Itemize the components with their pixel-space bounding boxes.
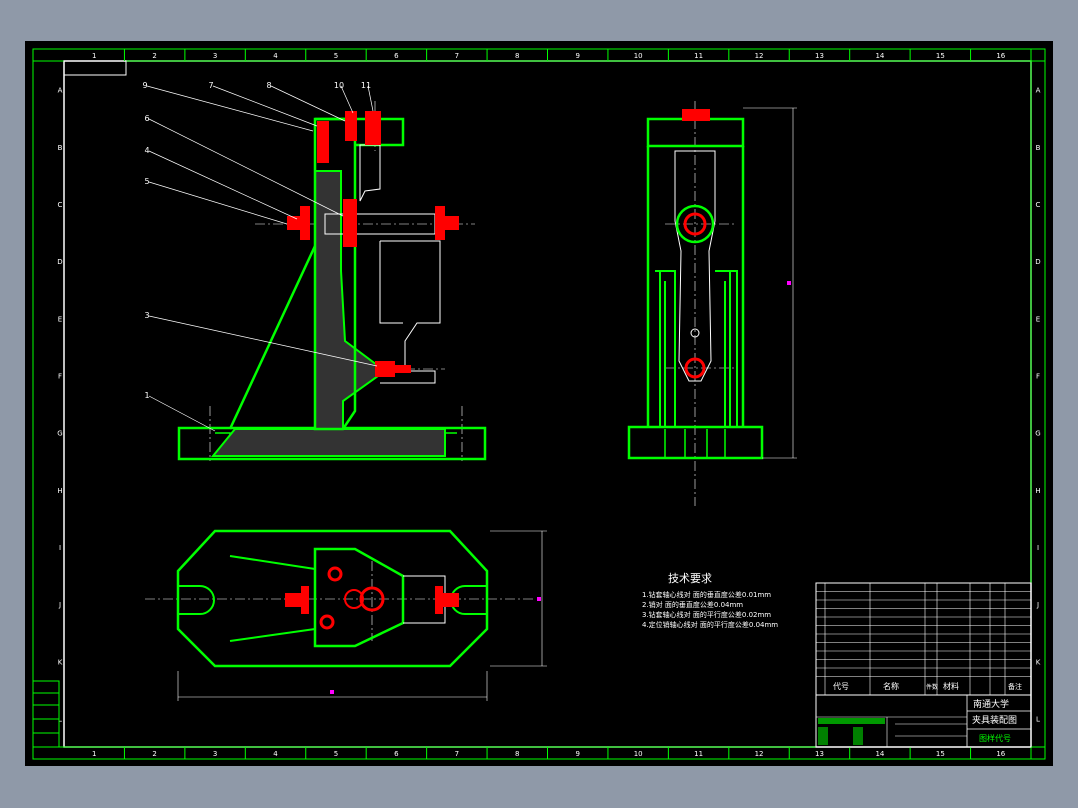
part-number-label: 11 — [361, 81, 371, 90]
row-letter-right: C — [1036, 201, 1041, 209]
column-numbers-top: 1 2 3 4 5 6 7 8 9 10 11 12 13 14 15 16 — [92, 49, 1006, 759]
cad-drawing-viewport[interactable]: 1 2 3 4 5 6 7 8 9 10 11 12 13 14 15 16 1 2 3 4 5 6 7 8 9 10 11 12 1… — [25, 41, 1053, 766]
requirement-3: 3.钻套轴心线对 面的平行度公差0.02mm — [642, 610, 771, 619]
row-letter-left: G — [57, 430, 62, 438]
requirement-2: 2.销对 面的垂直度公差0.04mm — [642, 600, 743, 609]
part-number-label: 7 — [208, 81, 213, 90]
header-code: 代号 — [833, 681, 849, 691]
column-number-bottom: 2 — [152, 750, 156, 758]
column-numbers-bottom: 1 2 3 4 5 6 7 8 9 10 11 12 13 14 15 16 — [92, 750, 1006, 758]
column-number-top: 12 — [755, 52, 764, 60]
part-number-label: 1 — [144, 391, 149, 400]
row-letter-left: K — [58, 658, 63, 666]
column-number-top: 16 — [996, 52, 1005, 60]
drawing-canvas: 1 2 3 4 5 6 7 8 9 10 11 12 13 14 15 16 1 2 3 4 5 6 7 8 9 10 11 12 1… — [32, 48, 1046, 760]
column-number-top: 11 — [694, 52, 703, 60]
row-letter-left: I — [59, 544, 61, 552]
column-number-top: 2 — [152, 52, 156, 60]
column-number-bottom: 12 — [755, 750, 764, 758]
column-number-bottom: 3 — [213, 750, 217, 758]
row-letter-right: J — [1036, 601, 1039, 609]
row-letter-left: J — [58, 601, 61, 609]
column-number-top: 8 — [515, 52, 519, 60]
column-number-bottom: 13 — [815, 750, 824, 758]
row-letter-right: F — [1036, 372, 1040, 380]
part-number-label: 10 — [334, 81, 344, 90]
row-letter-right: I — [1037, 544, 1039, 552]
row-letter-right: D — [1035, 258, 1040, 266]
column-number-top: 9 — [575, 52, 579, 60]
column-number-top: 13 — [815, 52, 824, 60]
sheet-outer-border — [32, 48, 1046, 760]
column-number-top: 3 — [213, 52, 217, 60]
side-view — [627, 101, 797, 506]
part-number-label: 4 — [144, 146, 149, 155]
column-number-top: 15 — [936, 52, 945, 60]
binding-margin-boxes — [32, 680, 60, 748]
drawing-number: 图样代号 — [979, 733, 1011, 743]
column-number-top: 1 — [92, 52, 96, 60]
row-letter-left: E — [58, 315, 62, 323]
column-number-bottom: 14 — [875, 750, 884, 758]
row-letter-left: F — [58, 372, 62, 380]
column-number-bottom: 7 — [455, 750, 459, 758]
row-letter-right: H — [1035, 487, 1040, 495]
row-letter-right: A — [1036, 87, 1041, 95]
front-view: 9 7 8 10 11 6 4 5 3 1 — [142, 81, 487, 461]
column-number-bottom: 8 — [515, 750, 519, 758]
corner-code-box — [63, 60, 127, 76]
sheet-inner-border — [63, 60, 1032, 748]
row-letter-left: C — [58, 201, 63, 209]
technical-requirements: 技术要求 1.钻套轴心线对 面的垂直度公差0.01mm 2.销对 面的垂直度公差… — [642, 572, 778, 629]
row-letter-left: D — [57, 258, 62, 266]
column-number-bottom: 15 — [936, 750, 945, 758]
column-number-top: 7 — [455, 52, 459, 60]
column-number-bottom: 6 — [394, 750, 399, 758]
column-number-bottom: 5 — [334, 750, 338, 758]
row-letter-right: L — [1036, 715, 1040, 723]
row-letter-right: K — [1036, 658, 1041, 666]
header-note: 备注 — [1008, 682, 1022, 691]
row-letter-right: B — [1036, 144, 1041, 152]
requirement-4: 4.定位销轴心线对 面的平行度公差0.04mm — [642, 620, 778, 629]
part-number-label: 8 — [266, 81, 271, 90]
title-block: 南通大学 夹具装配图 图样代号 — [815, 694, 1032, 748]
row-letter-left: H — [57, 487, 62, 495]
column-number-top: 10 — [634, 52, 643, 60]
column-number-bottom: 16 — [996, 750, 1005, 758]
part-number-label: 3 — [144, 311, 149, 320]
row-letter-right: G — [1035, 430, 1040, 438]
column-number-bottom: 10 — [634, 750, 643, 758]
row-letters-right: A B C D E F G H I J K L — [1035, 87, 1040, 724]
column-number-bottom: 11 — [694, 750, 703, 758]
parts-list: 代号 名称 件数 材料 备注 — [815, 582, 1032, 696]
row-letter-right: E — [1036, 315, 1040, 323]
header-material: 材料 — [943, 681, 959, 691]
column-number-top: 5 — [334, 52, 338, 60]
school-name: 南通大学 — [973, 698, 1009, 710]
requirements-title: 技术要求 — [668, 572, 712, 585]
column-number-top: 4 — [273, 52, 278, 60]
requirement-1: 1.钻套轴心线对 面的垂直度公差0.01mm — [642, 590, 771, 599]
top-view — [145, 529, 547, 701]
column-number-bottom: 1 — [92, 750, 96, 758]
column-number-bottom: 9 — [575, 750, 579, 758]
row-letter-left: A — [58, 87, 63, 95]
drawing-title: 夹具装配图 — [972, 714, 1017, 726]
column-number-bottom: 4 — [273, 750, 278, 758]
row-letters-left: ABCDEFGHIJKL — [57, 87, 62, 724]
column-number-top: 14 — [875, 52, 884, 60]
header-name: 名称 — [883, 681, 899, 691]
header-qty: 件数 — [926, 683, 938, 691]
column-number-top: 6 — [394, 52, 399, 60]
part-number-label: 6 — [144, 114, 149, 123]
part-number-label: 5 — [144, 177, 149, 186]
row-letter-left: B — [58, 144, 63, 152]
part-number-label: 9 — [142, 81, 147, 90]
